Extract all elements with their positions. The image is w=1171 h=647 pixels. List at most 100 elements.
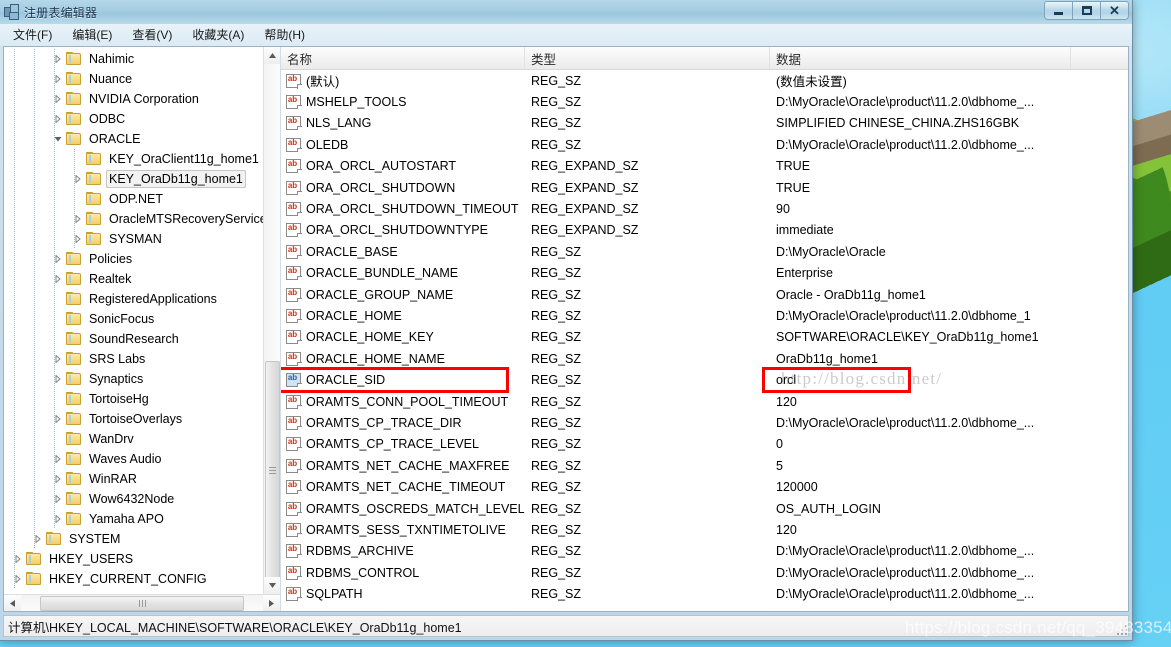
tree-node[interactable]: ODBC: [4, 109, 263, 129]
title-bar[interactable]: 注册表编辑器 ✕: [0, 0, 1132, 24]
registry-value-row[interactable]: ab ORACLE_HOME REG_SZ D:\MyOracle\Oracle\pr…: [281, 305, 1128, 326]
registry-value-row[interactable]: ab NLS_LANG REG_SZ SIMPLIFIED CHINESE_CHINA…: [281, 113, 1128, 134]
string-value-icon: ab: [286, 180, 302, 195]
chevron-right-icon[interactable]: [10, 551, 26, 567]
registry-value-row[interactable]: ab ORACLE_BUNDLE_NAME REG_SZ Enterprise: [281, 263, 1128, 284]
registry-value-row[interactable]: ab ORA_ORCL_SHUTDOWN REG_EXPAND_SZ TRUE: [281, 177, 1128, 198]
chevron-right-icon[interactable]: [70, 231, 86, 247]
tree-vertical-scrollbar[interactable]: [263, 47, 280, 594]
string-value-icon: ab: [286, 373, 302, 388]
registry-value-row[interactable]: ab ORA_ORCL_SHUTDOWNTYPE REG_EXPAND_SZ imme…: [281, 220, 1128, 241]
chevron-right-icon[interactable]: [70, 211, 86, 227]
tree-scroll-up-button[interactable]: [264, 47, 280, 64]
chevron-right-icon[interactable]: [50, 471, 66, 487]
registry-value-row[interactable]: ab ORAMTS_CP_TRACE_DIR REG_SZ D:\MyOracle\O…: [281, 412, 1128, 433]
chevron-right-icon[interactable]: [50, 111, 66, 127]
tree-node[interactable]: Policies: [4, 249, 263, 269]
chevron-right-icon[interactable]: [50, 51, 66, 67]
string-value-icon: ab: [286, 308, 302, 323]
chevron-down-icon[interactable]: [50, 131, 66, 147]
registry-value-row[interactable]: ab ORACLE_HOME_KEY REG_SZ SOFTWARE\ORACLE\K…: [281, 327, 1128, 348]
menu-edit[interactable]: 编辑(E): [63, 25, 121, 45]
tree-node[interactable]: HKEY_USERS: [4, 549, 263, 569]
tree-node[interactable]: KEY_OraDb11g_home1: [4, 169, 263, 189]
column-filler-header[interactable]: [1071, 47, 1128, 69]
chevron-right-icon[interactable]: [30, 531, 46, 547]
menu-favorites[interactable]: 收藏夹(A): [183, 25, 253, 45]
registry-value-row[interactable]: ab ORAMTS_NET_CACHE_TIMEOUT REG_SZ 120000: [281, 476, 1128, 497]
maximize-button[interactable]: [1072, 1, 1101, 20]
chevron-right-icon[interactable]: [50, 351, 66, 367]
chevron-right-icon[interactable]: [50, 251, 66, 267]
tree-node[interactable]: SonicFocus: [4, 309, 263, 329]
chevron-right-icon[interactable]: [50, 71, 66, 87]
tree-node[interactable]: NVIDIA Corporation: [4, 89, 263, 109]
minimize-button[interactable]: [1044, 1, 1073, 20]
registry-value-row[interactable]: ab SQLPATH REG_SZ D:\MyOracle\Oracle\produc…: [281, 583, 1128, 604]
registry-value-row[interactable]: ab ORACLE_SID REG_SZ orcl: [281, 369, 1128, 390]
registry-value-row[interactable]: ab ORAMTS_CP_TRACE_LEVEL REG_SZ 0: [281, 434, 1128, 455]
registry-value-row[interactable]: ab ORAMTS_CONN_POOL_TIMEOUT REG_SZ 120: [281, 391, 1128, 412]
tree-node[interactable]: KEY_OraClient11g_home1: [4, 149, 263, 169]
tree-node[interactable]: Synaptics: [4, 369, 263, 389]
tree-node[interactable]: Wow6432Node: [4, 489, 263, 509]
chevron-right-icon[interactable]: [50, 271, 66, 287]
registry-value-row[interactable]: ab MSHELP_TOOLS REG_SZ D:\MyOracle\Oracle\p…: [281, 91, 1128, 112]
registry-value-row[interactable]: ab ORACLE_HOME_NAME REG_SZ OraDb11g_home1: [281, 348, 1128, 369]
registry-value-row[interactable]: ab OLEDB REG_SZ D:\MyOracle\Oracle\product\…: [281, 134, 1128, 155]
tree-node[interactable]: Nahimic: [4, 49, 263, 69]
chevron-right-icon[interactable]: [50, 371, 66, 387]
registry-value-row[interactable]: ab RDBMS_CONTROL REG_SZ D:\MyOracle\Oracle\…: [281, 562, 1128, 583]
chevron-right-icon[interactable]: [50, 451, 66, 467]
registry-value-row[interactable]: ab (默认) REG_SZ (数值未设置): [281, 70, 1128, 91]
tree-node[interactable]: TortoiseOverlays: [4, 409, 263, 429]
chevron-right-icon[interactable]: [50, 491, 66, 507]
tree-node[interactable]: SRS Labs: [4, 349, 263, 369]
chevron-right-icon[interactable]: [50, 91, 66, 107]
registry-value-row[interactable]: ab ORA_ORCL_AUTOSTART REG_EXPAND_SZ TRUE: [281, 156, 1128, 177]
registry-value-row[interactable]: ab RDBMS_ARCHIVE REG_SZ D:\MyOracle\Oracle\…: [281, 541, 1128, 562]
tree-node[interactable]: OracleMTSRecoveryService: [4, 209, 263, 229]
string-value-icon: ab: [286, 437, 302, 452]
tree-node[interactable]: Waves Audio: [4, 449, 263, 469]
tree-node[interactable]: ORACLE: [4, 129, 263, 149]
tree-node[interactable]: Realtek: [4, 269, 263, 289]
chevron-right-icon[interactable]: [50, 411, 66, 427]
tree-node[interactable]: SYSMAN: [4, 229, 263, 249]
tree-node[interactable]: RegisteredApplications: [4, 289, 263, 309]
menu-file[interactable]: 文件(F): [4, 25, 61, 45]
registry-value-row[interactable]: ab ORACLE_BASE REG_SZ D:\MyOracle\Oracle: [281, 241, 1128, 262]
tree-horizontal-scrollbar[interactable]: [4, 594, 280, 611]
tree-node[interactable]: WanDrv: [4, 429, 263, 449]
registry-value-row[interactable]: ab ORA_ORCL_SHUTDOWN_TIMEOUT REG_EXPAND_SZ…: [281, 198, 1128, 219]
tree-node[interactable]: Nuance: [4, 69, 263, 89]
tree-scroll-down-button[interactable]: [264, 577, 280, 594]
tree-node[interactable]: HKEY_CURRENT_CONFIG: [4, 569, 263, 589]
value-name-cell: ab ORAMTS_CP_TRACE_DIR: [281, 415, 525, 430]
chevron-right-icon[interactable]: [70, 171, 86, 187]
menu-help[interactable]: 帮助(H): [255, 25, 314, 45]
tree-node[interactable]: Yamaha APO: [4, 509, 263, 529]
tree-node[interactable]: SYSTEM: [4, 529, 263, 549]
registry-value-row[interactable]: ab ORACLE_GROUP_NAME REG_SZ Oracle - OraDb1…: [281, 284, 1128, 305]
resize-grip[interactable]: [1115, 623, 1129, 637]
tree-scrollbar-thumb[interactable]: [265, 361, 280, 579]
chevron-right-icon[interactable]: [10, 571, 26, 587]
column-data-header[interactable]: 数据: [770, 47, 1071, 69]
registry-value-row[interactable]: ab ORAMTS_OSCREDS_MATCH_LEVEL REG_SZ OS_AUT…: [281, 498, 1128, 519]
column-name-header[interactable]: 名称: [281, 47, 525, 69]
tree-hscrollbar-thumb[interactable]: [40, 596, 244, 611]
registry-value-row[interactable]: ab ORAMTS_NET_CACHE_MAXFREE REG_SZ 5: [281, 455, 1128, 476]
tree-node[interactable]: ODP.NET: [4, 189, 263, 209]
tree-node[interactable]: SoundResearch: [4, 329, 263, 349]
tree-node[interactable]: TortoiseHg: [4, 389, 263, 409]
registry-value-row[interactable]: ab ORAMTS_SESS_TXNTIMETOLIVE REG_SZ 120: [281, 519, 1128, 540]
tree-scroll-left-button[interactable]: [4, 595, 21, 611]
tree-scroll-right-button[interactable]: [263, 595, 280, 611]
close-button[interactable]: ✕: [1100, 1, 1129, 20]
chevron-right-icon[interactable]: [50, 511, 66, 527]
column-type-header[interactable]: 类型: [525, 47, 770, 69]
tree-node[interactable]: WinRAR: [4, 469, 263, 489]
value-data-cell: 0: [776, 437, 783, 452]
menu-view[interactable]: 查看(V): [123, 25, 181, 45]
